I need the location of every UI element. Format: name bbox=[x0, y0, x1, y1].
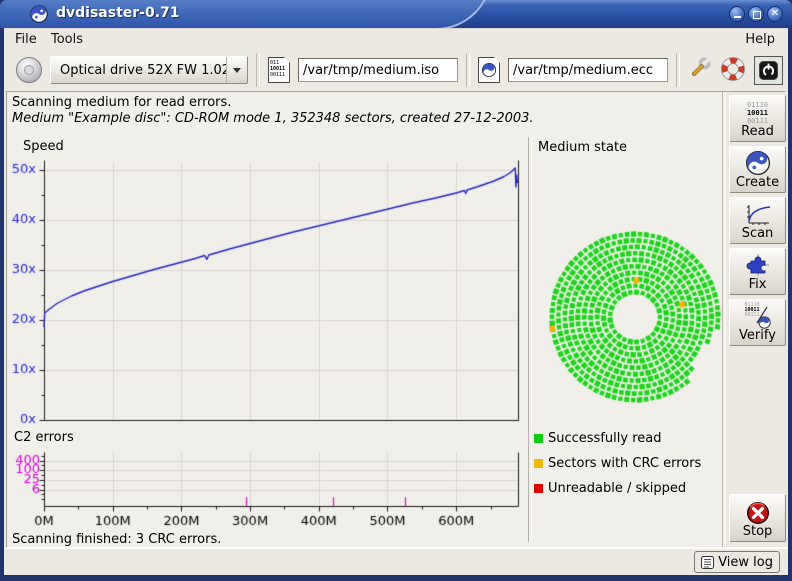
iso-icon-line: 00111 bbox=[270, 72, 285, 78]
statusbar: View log bbox=[4, 548, 788, 575]
page-fold bbox=[284, 57, 290, 63]
create-label: Create bbox=[736, 176, 779, 190]
app-logo-yinyang-icon bbox=[30, 5, 48, 23]
close-button[interactable]: ✕ bbox=[767, 6, 783, 22]
preferences-wrench-icon[interactable] bbox=[688, 56, 712, 85]
drive-selector[interactable]: Optical drive 52X FW 1.02 bbox=[50, 56, 248, 84]
ecc-file-input[interactable] bbox=[508, 58, 668, 82]
close-icon: ✕ bbox=[768, 7, 782, 21]
maximize-button[interactable] bbox=[748, 6, 764, 22]
bad-swatch bbox=[534, 484, 543, 493]
action-status-line: Scanning medium for read errors. bbox=[12, 95, 231, 110]
scan-label: Scan bbox=[742, 227, 774, 241]
medium-state-title: Medium state bbox=[538, 140, 627, 155]
fix-button[interactable]: Fix bbox=[729, 248, 786, 295]
page-fold bbox=[494, 57, 500, 63]
speed-and-c2-chart-canvas bbox=[7, 134, 535, 529]
medium-info-line: Medium "Example disc": CD-ROM mode 1, 35… bbox=[12, 111, 534, 126]
drive-selector-arrow[interactable] bbox=[226, 57, 247, 83]
medium-state-legend: Successfully read Sectors with CRC error… bbox=[534, 426, 701, 501]
verify-icon: 011101001100111 bbox=[745, 303, 771, 329]
legend-row-bad: Unreadable / skipped bbox=[534, 476, 701, 501]
menubar: File Tools Help bbox=[4, 29, 788, 49]
scan-chart-icon bbox=[744, 203, 772, 227]
ecc-file-icon[interactable] bbox=[478, 57, 500, 83]
read-button[interactable]: 011101001100111 Read bbox=[729, 95, 786, 142]
maximize-icon bbox=[753, 11, 761, 19]
yinyang-icon bbox=[745, 150, 771, 176]
quit-power-button[interactable] bbox=[754, 56, 783, 85]
toolbar-separator bbox=[466, 53, 470, 87]
create-button[interactable]: Create bbox=[729, 146, 786, 193]
legend-row-good: Successfully read bbox=[534, 426, 701, 451]
sidebar-separator bbox=[722, 92, 726, 547]
view-log-button[interactable]: View log bbox=[694, 551, 780, 573]
scan-view: Scanning medium for read errors. Medium … bbox=[6, 91, 786, 548]
good-swatch bbox=[534, 434, 543, 443]
toolbar-separator bbox=[676, 53, 680, 87]
crc-swatch bbox=[534, 459, 543, 468]
scan-result-line: Scanning finished: 3 CRC errors. bbox=[12, 532, 221, 547]
minimize-button[interactable] bbox=[729, 6, 745, 22]
read-label: Read bbox=[741, 125, 774, 139]
stop-icon bbox=[746, 501, 770, 525]
scan-button[interactable]: Scan bbox=[729, 197, 786, 244]
view-log-label: View log bbox=[718, 555, 773, 570]
chevron-down-icon bbox=[233, 68, 241, 73]
image-file-input[interactable] bbox=[298, 58, 458, 82]
stop-button[interactable]: Stop bbox=[729, 494, 786, 542]
help-lifesaver-icon[interactable] bbox=[720, 56, 746, 85]
legend-label: Unreadable / skipped bbox=[548, 481, 686, 496]
verify-button[interactable]: 011101001100111 Verify bbox=[729, 299, 786, 346]
titlebar[interactable]: dvdisaster-0.71 ✕ bbox=[0, 0, 792, 28]
menu-tools[interactable]: Tools bbox=[46, 31, 88, 48]
window-title: dvdisaster-0.71 bbox=[56, 5, 180, 21]
dvdisaster-window: dvdisaster-0.71 ✕ File Tools Help Optica… bbox=[0, 0, 792, 581]
medium-state-disc-canvas bbox=[540, 221, 730, 411]
legend-label: Successfully read bbox=[548, 431, 661, 446]
stop-label: Stop bbox=[743, 525, 773, 539]
menu-file[interactable]: File bbox=[10, 31, 42, 48]
minimize-icon bbox=[734, 16, 741, 18]
panel-separator bbox=[528, 137, 532, 542]
log-list-icon bbox=[701, 556, 714, 569]
drive-disc-icon[interactable] bbox=[16, 57, 42, 83]
puzzle-piece-icon bbox=[745, 252, 771, 278]
verify-label: Verify bbox=[739, 329, 776, 343]
toolbar: Optical drive 52X FW 1.02 011 10011 0011… bbox=[4, 49, 788, 91]
client-area: File Tools Help Optical drive 52X FW 1.0… bbox=[4, 28, 788, 574]
iso-file-icon[interactable]: 011 10011 00111 bbox=[268, 57, 290, 83]
drive-selector-value: Optical drive 52X FW 1.02 bbox=[51, 63, 226, 78]
toolbar-separator bbox=[256, 53, 260, 87]
disc-hole bbox=[24, 65, 34, 75]
legend-label: Sectors with CRC errors bbox=[548, 456, 701, 471]
binary-read-icon: 011101001100111 bbox=[747, 101, 768, 125]
menu-help[interactable]: Help bbox=[740, 31, 780, 48]
legend-row-crc: Sectors with CRC errors bbox=[534, 451, 701, 476]
fix-label: Fix bbox=[749, 278, 767, 292]
